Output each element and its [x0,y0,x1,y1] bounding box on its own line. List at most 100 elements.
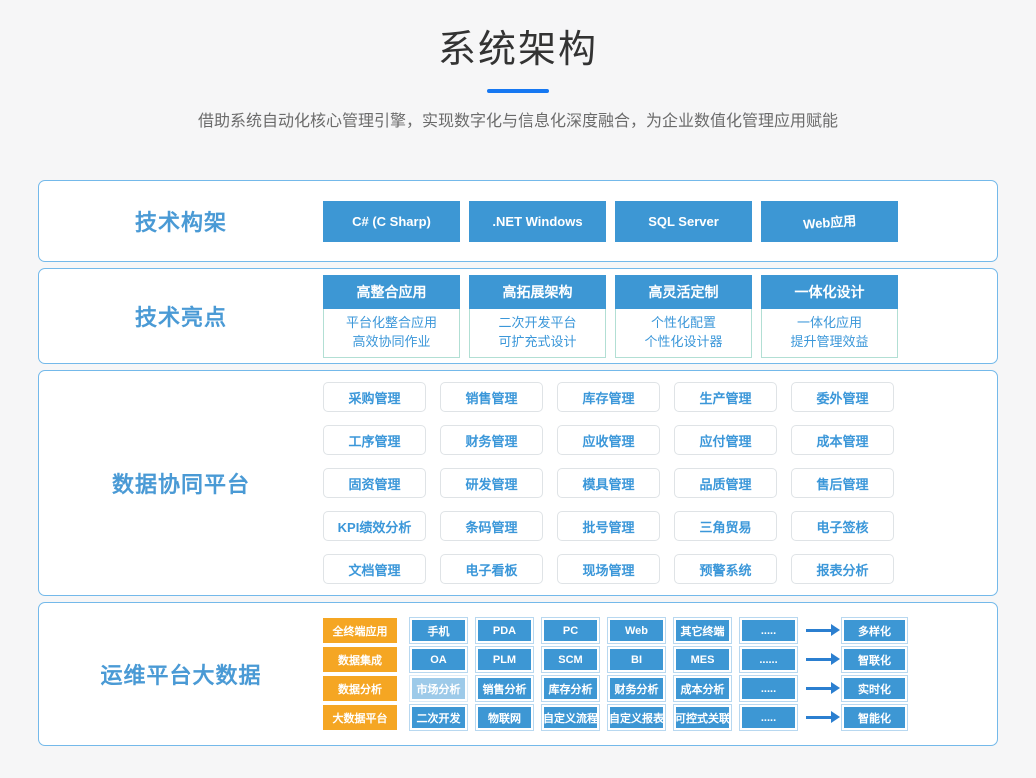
ops-item-button[interactable]: ..... [740,618,797,643]
ops-result-button[interactable]: 多样化 [842,618,907,643]
ops-item-button[interactable]: PLM [476,647,533,672]
ops-item-button[interactable]: 手机 [410,618,467,643]
module-button[interactable]: 电子看板 [440,554,543,584]
highlight-card-line: 高效协同作业 [324,332,459,351]
tech-framework-button[interactable]: C# (C Sharp) [323,201,460,242]
highlight-card-line: 个性化设计器 [616,332,751,351]
ops-item-button[interactable]: 二次开发 [410,705,467,730]
ops-category-button[interactable]: 大数据平台 [323,705,397,730]
module-button[interactable]: 售后管理 [791,468,894,498]
module-button[interactable]: 采购管理 [323,382,426,412]
ops-category-button[interactable]: 数据集成 [323,647,397,672]
module-button[interactable]: 文档管理 [323,554,426,584]
module-button[interactable]: 品质管理 [674,468,777,498]
tech-framework-button-label: SQL Server [648,214,719,229]
highlight-card-title: 高拓展架构 [469,275,606,309]
tech-framework-button-label: C# (C Sharp) [352,214,431,229]
ops-result-button[interactable]: 智能化 [842,705,907,730]
section-label-data-platform: 数据协同平台 [39,467,323,499]
ops-row: 大数据平台二次开发物联网自定义流程自定义报表可控式关联..... 智能化 [323,705,907,730]
module-button[interactable]: 报表分析 [791,554,894,584]
arrow-right-icon [806,716,832,719]
highlight-card-title: 高整合应用 [323,275,460,309]
ops-item-button[interactable]: ...... [740,647,797,672]
ops-item-button[interactable]: 可控式关联 [674,705,731,730]
panel-tech-framework: 技术构架 C# (C Sharp) .NET Windows SQL Server W… [38,180,998,262]
data-platform-grid: 采购管理销售管理库存管理生产管理委外管理工序管理财务管理应收管理应付管理成本管理… [323,382,894,584]
ops-category-button[interactable]: 全终端应用 [323,618,397,643]
ops-item-button[interactable]: 财务分析 [608,676,665,701]
ops-item-button[interactable]: OA [410,647,467,672]
page-subtitle: 借助系统自动化核心管理引擎，实现数字化与信息化深度融合，为企业数值化管理应用赋能 [0,107,1036,131]
highlight-card-title: 一体化设计 [761,275,898,309]
module-button[interactable]: 销售管理 [440,382,543,412]
module-button[interactable]: 模具管理 [557,468,660,498]
ops-item-button[interactable]: 市场分析 [410,676,467,701]
highlight-card-line: 可扩充式设计 [470,332,605,351]
ops-item-button[interactable]: PDA [476,618,533,643]
module-button[interactable]: 成本管理 [791,425,894,455]
page-title: 系统架构 [0,18,1036,73]
highlight-card-body: 平台化整合应用高效协同作业 [323,309,460,358]
arrow-right-icon [806,629,832,632]
highlight-card-title: 高灵活定制 [615,275,752,309]
module-button[interactable]: 工序管理 [323,425,426,455]
module-button[interactable]: 条码管理 [440,511,543,541]
module-button[interactable]: 固资管理 [323,468,426,498]
arrow-right-icon [806,687,832,690]
ops-result-button[interactable]: 实时化 [842,676,907,701]
tech-framework-button-label: .NET Windows [492,214,582,229]
ops-item-button[interactable]: ..... [740,705,797,730]
ops-item-button[interactable]: SCM [542,647,599,672]
ops-item-button[interactable]: ..... [740,676,797,701]
section-label-ops-platform: 运维平台大数据 [39,658,323,690]
highlight-card-body: 二次开发平台可扩充式设计 [469,309,606,358]
module-button[interactable]: 应付管理 [674,425,777,455]
panel-data-platform: 数据协同平台 采购管理销售管理库存管理生产管理委外管理工序管理财务管理应收管理应… [38,370,998,596]
ops-item-button[interactable]: 其它终端 [674,618,731,643]
ops-item-button[interactable]: 销售分析 [476,676,533,701]
ops-item-button[interactable]: 库存分析 [542,676,599,701]
panel-ops-platform: 运维平台大数据 全终端应用手机 PDA PC Web 其它终端..... 多样化数据集成 O… [38,602,998,746]
highlight-card-line: 二次开发平台 [470,313,605,332]
module-button[interactable]: 电子签核 [791,511,894,541]
tech-framework-button[interactable]: .NET Windows [469,201,606,242]
ops-item-button[interactable]: 成本分析 [674,676,731,701]
tech-framework-button-label: Web应用 [802,210,856,233]
ops-row: 数据集成 OA PLM SCM BI MES...... 智联化 [323,647,907,672]
arrow-right-icon [806,658,832,661]
tech-framework-button[interactable]: Web应用 [761,201,898,242]
highlight-card-line: 提升管理效益 [762,332,897,351]
ops-item-button[interactable]: MES [674,647,731,672]
ops-platform-rows: 全终端应用手机 PDA PC Web 其它终端..... 多样化数据集成 OA PLM SCM B… [323,618,907,730]
highlight-card: 高拓展架构二次开发平台可扩充式设计 [469,275,606,358]
module-button[interactable]: 现场管理 [557,554,660,584]
module-button[interactable]: 应收管理 [557,425,660,455]
ops-item-button[interactable]: PC [542,618,599,643]
ops-item-button[interactable]: 物联网 [476,705,533,730]
ops-item-button[interactable]: 自定义流程 [542,705,599,730]
tech-framework-button[interactable]: SQL Server [615,201,752,242]
panel-tech-highlights: 技术亮点 高整合应用平台化整合应用高效协同作业高拓展架构二次开发平台可扩充式设计… [38,268,998,364]
section-label-tech-highlights: 技术亮点 [39,300,323,332]
module-button[interactable]: 库存管理 [557,382,660,412]
ops-item-button[interactable]: Web [608,618,665,643]
module-button[interactable]: 三角贸易 [674,511,777,541]
module-button[interactable]: 预警系统 [674,554,777,584]
title-underline [487,89,549,93]
module-button[interactable]: KPI绩效分析 [323,511,426,541]
module-button[interactable]: 批号管理 [557,511,660,541]
module-button[interactable]: 财务管理 [440,425,543,455]
ops-item-button[interactable]: 自定义报表 [608,705,665,730]
tech-highlight-cards: 高整合应用平台化整合应用高效协同作业高拓展架构二次开发平台可扩充式设计高灵活定制… [323,275,997,358]
architecture-diagram: 技术构架 C# (C Sharp) .NET Windows SQL Server W… [0,180,1036,746]
ops-category-button[interactable]: 数据分析 [323,676,397,701]
module-button[interactable]: 研发管理 [440,468,543,498]
highlight-card: 高灵活定制个性化配置个性化设计器 [615,275,752,358]
module-button[interactable]: 委外管理 [791,382,894,412]
highlight-card-body: 个性化配置个性化设计器 [615,309,752,358]
ops-item-button[interactable]: BI [608,647,665,672]
ops-result-button[interactable]: 智联化 [842,647,907,672]
module-button[interactable]: 生产管理 [674,382,777,412]
section-label-tech-framework: 技术构架 [39,205,323,237]
